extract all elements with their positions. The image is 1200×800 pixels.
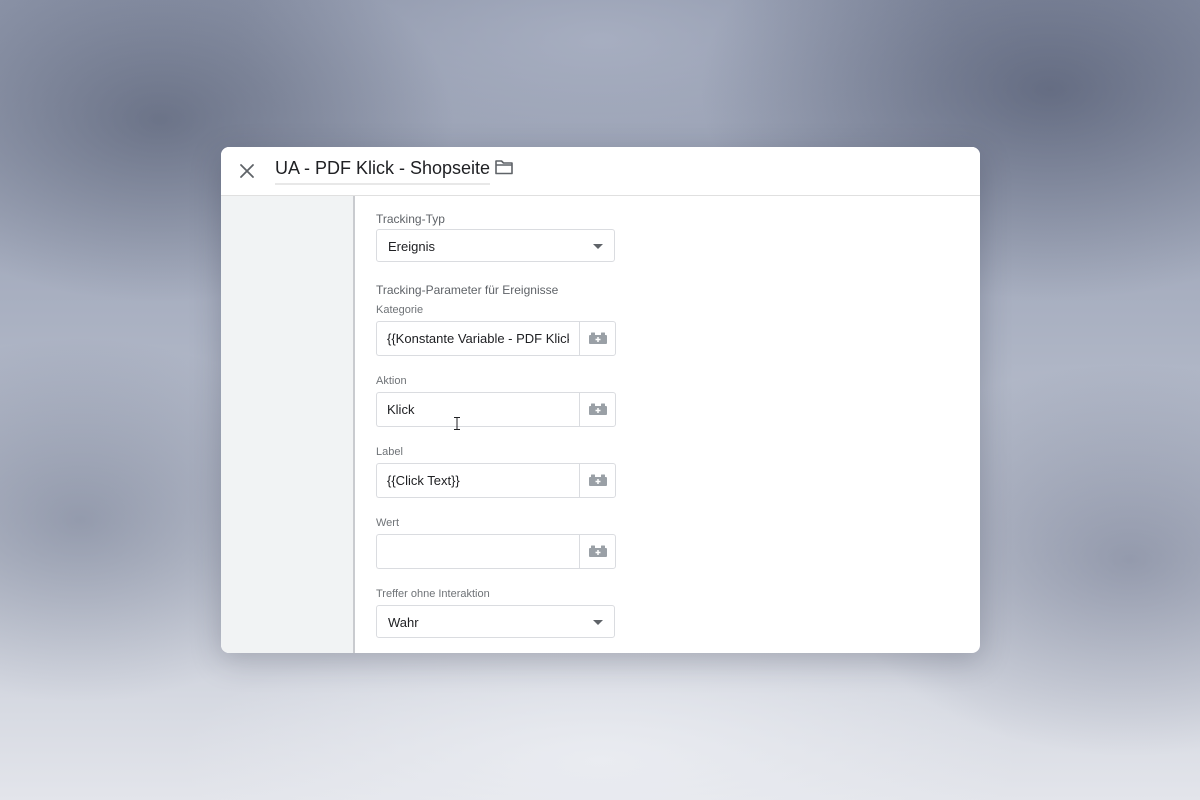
tag-editor-dialog: UA - PDF Klick - Shopseite Tracking-Typ … [221,147,980,653]
action-label: Aktion [376,375,407,387]
close-button[interactable] [233,157,261,185]
tracking-type-value: Ereignis [388,239,435,254]
action-input[interactable] [376,392,579,427]
event-label-field [376,463,616,498]
event-label-input[interactable] [376,463,579,498]
event-params-heading: Tracking-Parameter für Ereignisse [376,283,559,297]
folder-icon [495,160,513,175]
event-label-variable-button[interactable] [579,463,616,498]
chevron-down-icon [593,244,603,249]
category-label: Kategorie [376,304,424,316]
category-variable-button[interactable] [579,321,616,356]
non-interaction-label: Treffer ohne Interaktion [376,588,490,600]
variable-block-icon [588,403,607,415]
non-interaction-value: Wahr [388,615,419,630]
category-field [376,321,616,356]
text-cursor-icon [454,417,460,430]
value-label: Wert [376,517,400,529]
left-pane [221,196,355,653]
close-icon [240,164,254,178]
tag-configuration-form: Tracking-Typ Ereignis Tracking-Parameter… [355,196,980,653]
chevron-down-icon [593,620,603,625]
variable-block-icon [588,545,607,557]
value-field [376,534,616,569]
tracking-type-label: Tracking-Typ [376,212,445,226]
value-input[interactable] [376,534,579,569]
folder-button[interactable] [494,158,516,178]
category-input[interactable] [376,321,579,356]
tag-title[interactable]: UA - PDF Klick - Shopseite [275,157,491,185]
tracking-type-select[interactable]: Ereignis [376,229,615,262]
non-interaction-select[interactable]: Wahr [376,605,615,638]
dialog-header: UA - PDF Klick - Shopseite [221,147,980,196]
event-label-label: Label [376,446,403,458]
variable-block-icon [588,332,607,344]
action-field [376,392,616,427]
variable-block-icon [588,474,607,486]
action-variable-button[interactable] [579,392,616,427]
value-variable-button[interactable] [579,534,616,569]
